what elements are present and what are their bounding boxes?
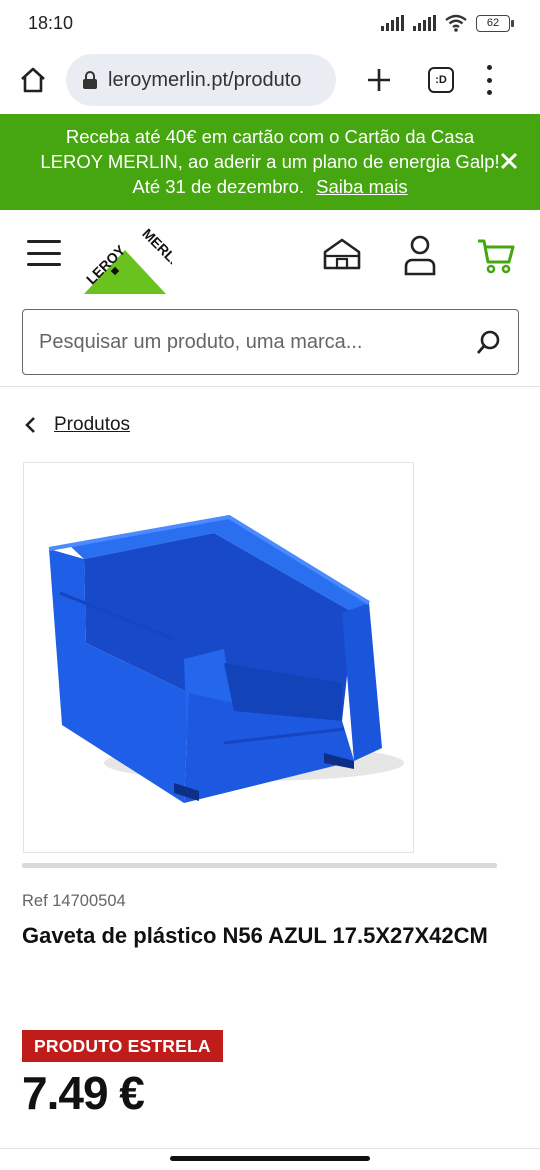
signal-icon <box>413 15 436 31</box>
image-scroll-indicator[interactable] <box>22 863 497 868</box>
product-image[interactable] <box>23 462 414 853</box>
status-icons: 62 <box>380 14 514 32</box>
more-icon <box>486 65 492 70</box>
lock-icon <box>83 71 97 89</box>
signal-icon <box>381 15 404 31</box>
bottom-divider <box>0 1148 540 1149</box>
produto-estrela-badge: PRODUTO ESTRELA <box>22 1030 223 1062</box>
promo-line-2: LEROY MERLIN, ao aderir a um plano de en… <box>40 151 500 172</box>
more-menu-button[interactable] <box>484 65 494 95</box>
tabs-button[interactable]: :D <box>428 67 454 93</box>
cart-icon[interactable] <box>476 236 516 276</box>
product-title: Gaveta de plástico N56 AZUL 17.5X27X42CM <box>22 923 488 948</box>
store-icon[interactable] <box>322 234 362 274</box>
header-divider <box>0 386 540 387</box>
status-time: 18:10 <box>28 12 74 33</box>
search-icon[interactable] <box>476 329 502 355</box>
search-input[interactable] <box>39 330 476 354</box>
promo-line-3: Até 31 de dezembro. Saiba mais <box>0 174 540 199</box>
chevron-left-icon[interactable] <box>24 416 36 434</box>
account-icon[interactable] <box>400 234 440 276</box>
product-ref: Ref 14700504 <box>22 892 126 910</box>
promo-line-1: Receba até 40€ em cartão com o Cartão da… <box>65 126 475 147</box>
svg-text:MERLIN: MERLIN <box>139 225 172 274</box>
menu-icon[interactable] <box>27 240 61 266</box>
tabs-icon: :D <box>435 74 447 86</box>
plus-icon <box>368 69 390 91</box>
status-bar: 18:10 62 <box>0 0 540 46</box>
browser-toolbar: leroymerlin.pt/produto :D <box>0 46 540 114</box>
promo-banner: Receba até 40€ em cartão com o Cartão da… <box>0 114 540 210</box>
battery-level: 62 <box>486 17 500 29</box>
storage-bin-image <box>48 514 404 803</box>
site-header: LEROY MERLIN <box>0 210 540 300</box>
close-icon[interactable] <box>500 152 518 170</box>
address-bar[interactable]: leroymerlin.pt/produto <box>66 54 336 106</box>
new-tab-button[interactable] <box>364 65 394 95</box>
home-icon <box>21 67 45 93</box>
product-price: 7.49 € <box>22 1067 145 1119</box>
promo-date: Até 31 de dezembro. <box>132 176 305 197</box>
saiba-mais-link[interactable]: Saiba mais <box>316 176 408 197</box>
url-text: leroymerlin.pt/produto <box>108 68 302 91</box>
breadcrumb[interactable]: Produtos <box>24 412 130 438</box>
home-button[interactable] <box>14 61 52 99</box>
battery-icon: 62 <box>476 14 514 32</box>
breadcrumb-link-produtos[interactable]: Produtos <box>54 414 130 436</box>
gesture-navigation-bar[interactable] <box>170 1156 370 1161</box>
search-box[interactable] <box>22 309 519 375</box>
leroy-merlin-logo[interactable]: LEROY MERLIN <box>78 224 172 296</box>
wifi-icon <box>445 14 467 32</box>
